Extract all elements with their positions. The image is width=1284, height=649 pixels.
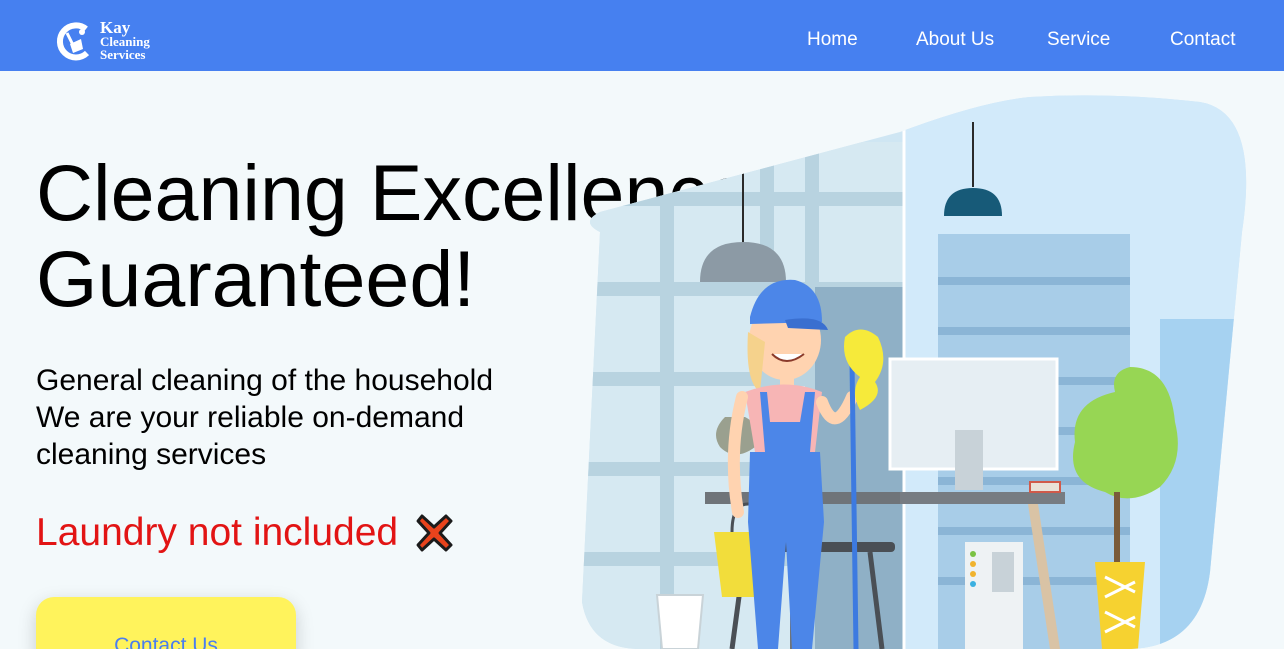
nav-home[interactable]: Home <box>807 29 858 51</box>
hero-subtitle-line-3: cleaning services <box>36 438 267 471</box>
contact-us-button[interactable]: Contact Us <box>36 597 296 649</box>
nav-contact[interactable]: Contact <box>1170 29 1235 51</box>
hero-subtitle-line-1: General cleaning of the household <box>36 364 494 397</box>
brand-logo[interactable]: Kay Cleaning Services <box>54 18 164 66</box>
cleaning-worker-illustration <box>582 95 1247 649</box>
brand-line-3: Services <box>100 47 146 62</box>
navbar: Kay Cleaning Services Home About Us Serv… <box>0 0 1284 71</box>
brand-name: Kay Cleaning Services <box>100 18 150 62</box>
nav-service[interactable]: Service <box>1047 29 1110 51</box>
broom-logo-icon <box>56 22 90 61</box>
red-cross-mark-icon <box>416 514 453 552</box>
hero-subtitle: General cleaning of the household We are… <box>36 362 556 473</box>
room-scene <box>582 95 1247 649</box>
brand-line-1: Kay <box>100 18 131 37</box>
hero-subtitle-line-2: We are your reliable on-demand <box>36 401 465 434</box>
nav-about-us[interactable]: About Us <box>916 29 994 51</box>
laundry-notice: Laundry not included <box>36 511 399 554</box>
